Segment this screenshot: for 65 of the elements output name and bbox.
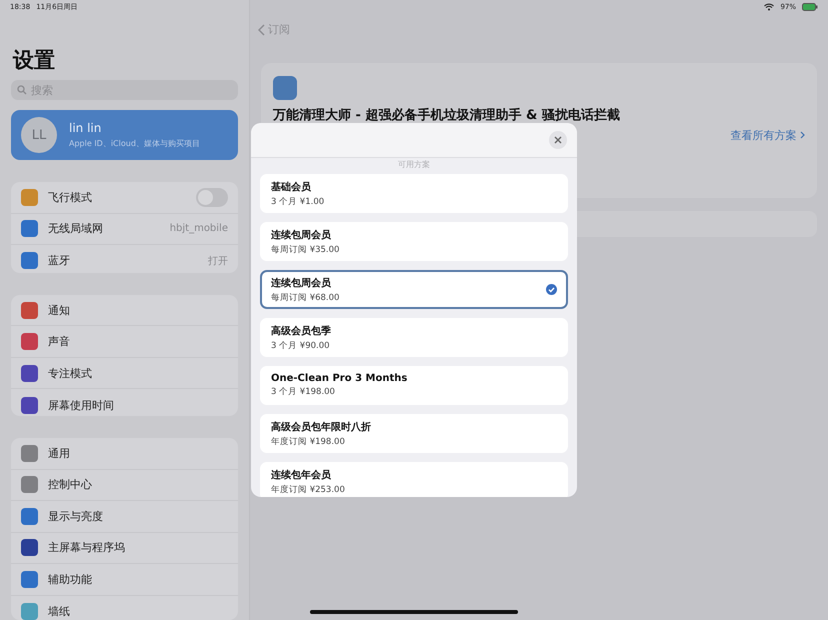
plan-name: 连续包年会员 bbox=[271, 468, 332, 482]
avatar-initials: LL bbox=[21, 117, 57, 154]
row-label: 声音 bbox=[48, 334, 71, 350]
row-label: 专注模式 bbox=[48, 366, 93, 381]
profile-card[interactable]: LL lin lin Apple ID、iCloud、媒体与购买项目 bbox=[11, 110, 238, 160]
plan-name: One-Clean Pro 3 Months bbox=[271, 373, 408, 384]
chevron-left-icon bbox=[258, 24, 265, 36]
profile-name: lin lin bbox=[69, 121, 102, 136]
row-label: 控制中心 bbox=[48, 477, 93, 492]
wifi-icon bbox=[764, 3, 774, 11]
plan-name: 连续包周会员 bbox=[271, 228, 332, 242]
app-icon bbox=[273, 76, 297, 100]
plan-price: 年度订阅 ¥253.00 bbox=[271, 484, 346, 496]
row-value: hbjt_mobile bbox=[170, 223, 228, 234]
row-label: 通知 bbox=[48, 302, 71, 318]
plan-option[interactable]: 连续包周会员 每周订阅 ¥68.00 bbox=[260, 270, 568, 309]
settings-row[interactable]: 辅助功能 bbox=[11, 564, 238, 596]
plan-option[interactable]: One-Clean Pro 3 Months 3 个月 ¥198.00 bbox=[260, 366, 568, 405]
plan-price: 每周订阅 ¥68.00 bbox=[271, 292, 340, 304]
row-label: 显示与亮度 bbox=[48, 508, 104, 524]
app-title: 万能清理大师 - 超强必备手机垃圾清理助手 & 骚扰电话拦截 bbox=[273, 106, 621, 124]
settings-row[interactable]: 声音 bbox=[11, 326, 238, 358]
settings-title: 设置 bbox=[13, 47, 56, 74]
row-label: 飞行模式 bbox=[48, 190, 93, 205]
row-label: 主屏幕与程序坞 bbox=[48, 540, 126, 556]
settings-row[interactable]: 屏幕使用时间 bbox=[11, 389, 238, 416]
plan-option[interactable]: 连续包年会员 年度订阅 ¥253.00 bbox=[260, 462, 568, 497]
plan-price: 3 个月 ¥1.00 bbox=[271, 196, 326, 208]
settings-row[interactable]: 控制中心 bbox=[11, 470, 238, 502]
plan-name: 连续包周会员 bbox=[271, 276, 332, 290]
settings-row[interactable]: 通用 bbox=[11, 438, 238, 470]
settings-row[interactable]: 蓝牙 打开 bbox=[11, 245, 238, 273]
plan-name: 高级会员包年限时八折 bbox=[271, 420, 372, 434]
close-icon bbox=[554, 136, 562, 144]
settings-row[interactable]: 专注模式 bbox=[11, 358, 238, 390]
chevron-right-icon bbox=[800, 131, 805, 139]
settings-row[interactable]: 显示与亮度 bbox=[11, 501, 238, 533]
toggle-switch[interactable] bbox=[196, 188, 228, 207]
settings-row[interactable]: 无线局域网 hbjt_mobile bbox=[11, 214, 238, 246]
battery-icon bbox=[802, 3, 818, 11]
plan-name: 高级会员包季 bbox=[271, 324, 332, 338]
plan-option[interactable]: 连续包周会员 每周订阅 ¥35.00 bbox=[260, 222, 568, 261]
settings-row[interactable]: 飞行模式 bbox=[11, 182, 238, 214]
row-label: 屏幕使用时间 bbox=[48, 398, 115, 413]
plan-option[interactable]: 高级会员包季 3 个月 ¥90.00 bbox=[260, 318, 568, 357]
sheet-subtitle: 可用方案 bbox=[397, 159, 431, 170]
plan-price: 年度订阅 ¥198.00 bbox=[271, 436, 346, 448]
row-label: 辅助功能 bbox=[48, 572, 93, 587]
plan-price: 每周订阅 ¥35.00 bbox=[271, 244, 340, 256]
row-value: 打开 bbox=[208, 254, 228, 268]
profile-subtitle: Apple ID、iCloud、媒体与购买项目 bbox=[69, 138, 200, 150]
settings-row[interactable]: 通知 bbox=[11, 294, 238, 326]
settings-row[interactable]: 主屏幕与程序坞 bbox=[11, 532, 238, 564]
settings-row[interactable]: 墙纸 bbox=[11, 596, 238, 620]
row-label: 通用 bbox=[48, 446, 71, 461]
plan-option[interactable]: 高级会员包年限时八折 年度订阅 ¥198.00 bbox=[260, 414, 568, 453]
close-button[interactable] bbox=[549, 131, 567, 149]
row-label: 墙纸 bbox=[48, 604, 71, 619]
checkmark-icon bbox=[546, 284, 557, 295]
plan-option[interactable]: 基础会员 3 个月 ¥1.00 bbox=[260, 174, 568, 213]
row-label: 蓝牙 bbox=[48, 253, 71, 268]
plan-price: 3 个月 ¥198.00 bbox=[271, 386, 336, 398]
plan-price: 3 个月 ¥90.00 bbox=[271, 340, 331, 352]
plan-name: 基础会员 bbox=[271, 180, 312, 194]
row-label: 无线局域网 bbox=[48, 221, 104, 236]
